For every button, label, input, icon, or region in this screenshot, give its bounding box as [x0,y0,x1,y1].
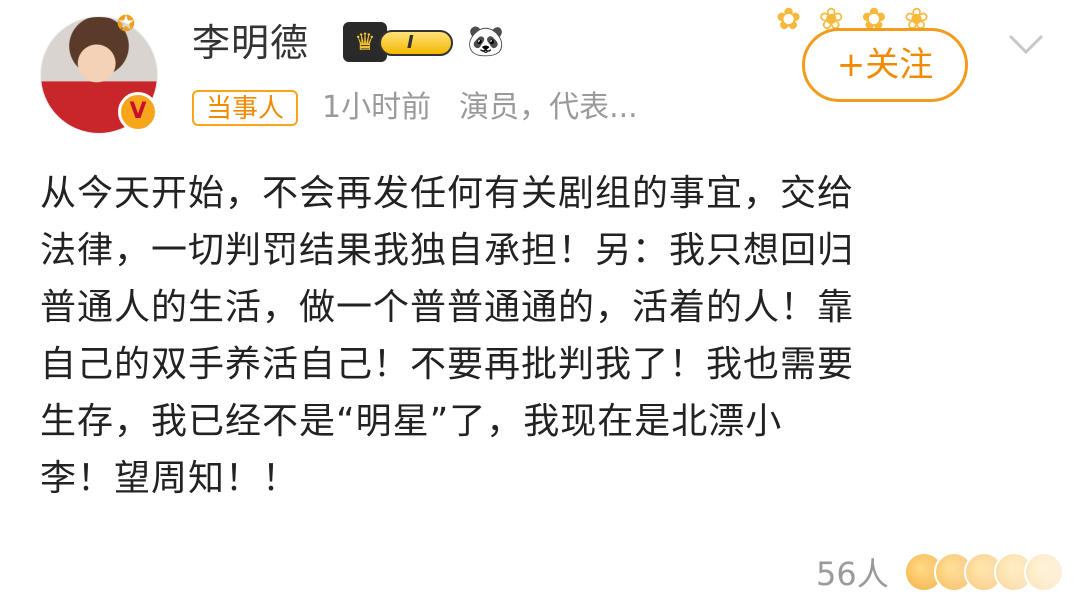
member-level-badge[interactable]: ♛ I [343,22,455,62]
post-meta: 1小时前 演员，代表... [322,88,638,128]
post-time: 1小时前 [322,90,432,125]
fade-overlay [880,545,1079,601]
author-name[interactable]: 李明德 [192,18,309,68]
chevron-down-icon[interactable] [1006,28,1046,58]
camera-badge-icon: ✪ [116,12,136,37]
panda-icon[interactable]: 🐼 [464,22,508,62]
post-content: 从今天开始，不会再发任何有关剧组的事宜，交给 法律，一切判罚结果我独自承担！另：… [40,173,855,499]
follow-button[interactable]: +关注 [802,28,968,102]
verified-v-icon: V [118,92,158,132]
author-tag-badge: 当事人 [192,90,299,126]
level-label: I [379,30,453,56]
author-description: 演员，代表... [459,90,638,125]
likes-count[interactable]: 56人 [816,552,889,596]
